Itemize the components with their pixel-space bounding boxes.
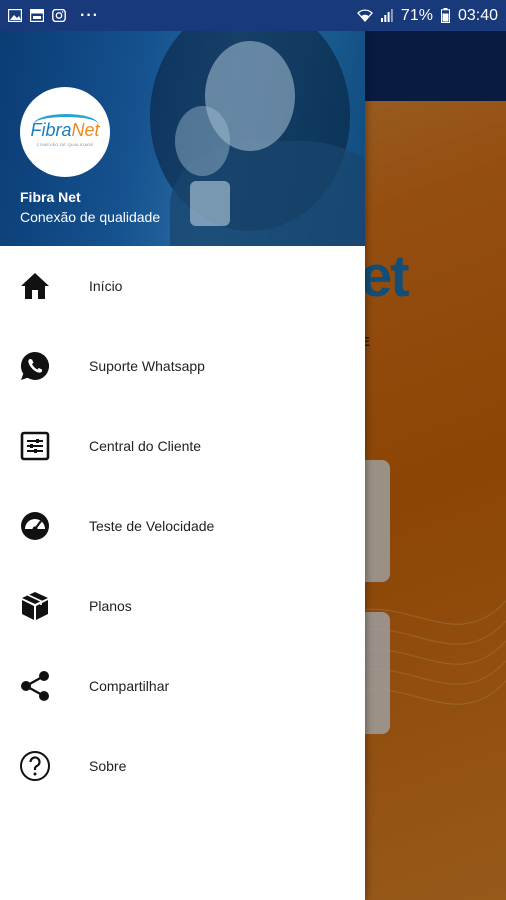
navigation-drawer: FibraNet CONEXÃO DE QUALIDADE Fibra Net … (0, 31, 365, 900)
menu-item-label: Início (89, 278, 123, 294)
box-icon (18, 589, 52, 623)
drawer-menu: Início Suporte Whatsapp Central do Clien… (0, 246, 365, 806)
brand-logo: FibraNet CONEXÃO DE QUALIDADE (20, 87, 110, 177)
menu-item-label: Compartilhar (89, 678, 170, 694)
menu-item-inicio[interactable]: Início (0, 246, 365, 326)
battery-percent: 71% (400, 6, 433, 24)
whatsapp-icon (18, 349, 52, 383)
speedometer-icon (18, 509, 52, 543)
clock: 03:40 (457, 6, 498, 24)
share-icon (18, 669, 52, 703)
more-notifications-icon: ··· (80, 6, 99, 24)
menu-item-sobre[interactable]: Sobre (0, 726, 365, 806)
status-bar: ··· 71% 03:40 (0, 0, 506, 31)
help-icon (18, 749, 52, 783)
settings-panel-icon (18, 429, 52, 463)
menu-item-label: Suporte Whatsapp (89, 358, 205, 374)
wifi-icon (357, 9, 373, 22)
menu-item-label: Sobre (89, 758, 127, 774)
status-system: 71% 03:40 (357, 7, 498, 25)
menu-item-label: Teste de Velocidade (89, 518, 215, 534)
header-photo-shape (175, 106, 230, 176)
header-photo-shape (190, 181, 230, 226)
signal-icon (380, 9, 393, 22)
drawer-title: Fibra Net (20, 189, 81, 205)
window-notification-icon (30, 9, 44, 22)
drawer-subtitle: Conexão de qualidade (20, 209, 161, 225)
drawer-header: FibraNet CONEXÃO DE QUALIDADE Fibra Net … (0, 31, 365, 246)
menu-item-label: Central do Cliente (89, 438, 202, 454)
menu-item-teste-de-velocidade[interactable]: Teste de Velocidade (0, 486, 365, 566)
menu-item-central-do-cliente[interactable]: Central do Cliente (0, 406, 365, 486)
menu-item-compartilhar[interactable]: Compartilhar (0, 646, 365, 726)
image-notification-icon (8, 9, 22, 22)
logo-wordmark: FibraNet (30, 119, 100, 140)
drawer-scrim[interactable] (365, 31, 506, 900)
logo-tagline: CONEXÃO DE QUALIDADE (36, 141, 94, 147)
battery-icon (440, 8, 450, 23)
status-notifications: ··· (8, 7, 99, 25)
instagram-icon (52, 9, 66, 22)
menu-item-label: Planos (89, 598, 132, 614)
menu-item-suporte-whatsapp[interactable]: Suporte Whatsapp (0, 326, 365, 406)
home-icon (18, 269, 52, 303)
menu-item-planos[interactable]: Planos (0, 566, 365, 646)
